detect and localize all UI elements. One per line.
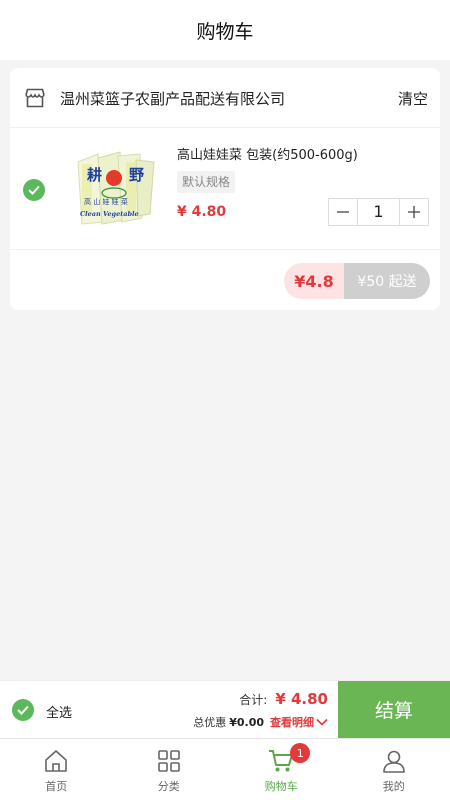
plus-icon xyxy=(408,206,420,218)
min-order-button[interactable]: ¥50 起送 xyxy=(344,263,430,299)
cart-count-badge: 1 xyxy=(290,743,311,763)
cart-item: 耕 野 高 山 娃 娃 菜 Clean Vegetable 高山娃娃菜 包装(约… xyxy=(10,128,440,250)
tab-cart[interactable]: 购物车 1 xyxy=(225,739,338,800)
total-label: 合计: xyxy=(239,693,268,707)
tab-mine-label: 我的 xyxy=(382,780,405,793)
tab-home[interactable]: 首页 xyxy=(0,739,113,800)
view-details-label: 查看明细 xyxy=(270,716,314,729)
checkout-button[interactable]: 结算 xyxy=(338,681,450,738)
user-icon xyxy=(382,750,405,773)
home-icon xyxy=(45,750,68,772)
select-all-label[interactable]: 全选 xyxy=(46,702,72,721)
category-grid-icon xyxy=(157,750,180,772)
image-name-line: 高 山 娃 娃 菜 xyxy=(84,197,128,206)
store-name[interactable]: 温州菜篮子农副产品配送有限公司 xyxy=(60,88,285,109)
product-spec-tag: 默认规格 xyxy=(177,171,236,193)
discount-line: 总优惠 ¥0.00 查看明细 xyxy=(193,714,328,730)
chevron-down-icon xyxy=(316,718,328,726)
minus-icon xyxy=(337,211,349,213)
product-price: ¥ 4.80 xyxy=(177,204,227,220)
store-subtotal: ¥4.8 xyxy=(284,263,344,299)
view-details-button[interactable]: 查看明细 xyxy=(270,714,328,730)
quantity-value[interactable]: 1 xyxy=(357,199,400,225)
image-english-line: Clean Vegetable xyxy=(80,210,139,218)
total-value: ¥ 4.80 xyxy=(275,690,328,708)
image-char-right: 野 xyxy=(129,166,144,184)
tab-category-label: 分类 xyxy=(157,780,180,793)
bottom-tab-bar: 首页 分类 购物车 1 我的 xyxy=(0,738,450,800)
product-image[interactable]: 耕 野 高 山 娃 娃 菜 Clean Vegetable xyxy=(74,148,158,228)
clear-cart-button[interactable]: 清空 xyxy=(398,88,428,109)
top-bar: 购物车 xyxy=(0,0,450,60)
store-summary-pill: ¥4.8 ¥50 起送 xyxy=(284,263,430,299)
tab-category[interactable]: 分类 xyxy=(113,739,226,800)
store-card: 温州菜篮子农副产品配送有限公司 清空 耕 野 高 山 娃 娃 菜 Clean V… xyxy=(10,68,440,310)
increase-button[interactable] xyxy=(400,199,428,225)
item-check-icon[interactable] xyxy=(23,179,45,201)
select-all-check-icon[interactable] xyxy=(12,699,34,721)
product-name[interactable]: 高山娃娃菜 包装(约500-600g) xyxy=(177,144,358,163)
tab-home-label: 首页 xyxy=(45,780,68,793)
checkout-bar: 全选 合计: ¥ 4.80 总优惠 ¥0.00 查看明细 结算 xyxy=(0,680,450,738)
total-line: 合计: ¥ 4.80 xyxy=(239,690,328,708)
discount-value: ¥0.00 xyxy=(229,715,264,729)
quantity-stepper: 1 xyxy=(328,198,429,226)
decrease-button[interactable] xyxy=(329,199,357,225)
tab-mine[interactable]: 我的 xyxy=(338,739,450,800)
tab-cart-label: 购物车 xyxy=(264,780,298,793)
discount-label: 总优惠 xyxy=(193,716,227,729)
page-title: 购物车 xyxy=(196,20,254,43)
store-header: 温州菜篮子农副产品配送有限公司 清空 xyxy=(10,68,440,128)
store-icon xyxy=(25,88,45,108)
image-char-left: 耕 xyxy=(87,166,102,184)
